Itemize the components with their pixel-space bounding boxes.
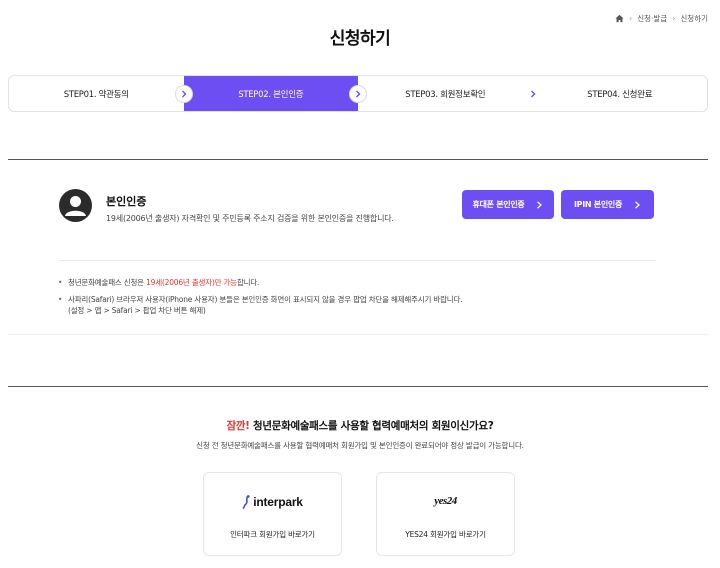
notice-text: 합니다. [236, 278, 260, 287]
step-4: STEP04. 신청완료 [533, 76, 708, 111]
chevron-right-icon [174, 84, 193, 103]
member-description: 신청 전 청년문화예술패스를 사용할 협력예매처 회원가입 및 본인인증이 완료… [196, 441, 524, 450]
chevron-right-icon: › [672, 14, 676, 23]
yes24-signup-card[interactable]: yes24 YES24 회원가입 바로가기 [376, 472, 515, 556]
step-label: STEP01. 약관동의 [63, 89, 129, 100]
breadcrumb-item[interactable]: 신청하기 [680, 13, 708, 24]
step-2: STEP02. 본인인증 [183, 76, 367, 111]
step-3: STEP03. 회원정보확인 [358, 76, 542, 111]
section-divider [8, 386, 708, 387]
button-label: IPIN 본인인증 [573, 200, 623, 209]
ipin-auth-button[interactable]: IPIN 본인인증 [561, 190, 654, 219]
auth-description: 19세(2006년 출생자) 자격확인 및 주민등록 주소지 검증을 위한 본인… [106, 214, 394, 223]
notice-list: 청년문화예술패스 신청은 19세(2006년 출생자)만 가능합니다. 사파리(… [58, 277, 463, 322]
interpark-mark-icon [242, 495, 250, 509]
chevron-right-icon [523, 84, 542, 103]
step-indicator: STEP01. 약관동의 STEP02. 본인인증 STEP03. 회원정보확인… [8, 75, 708, 112]
notice-item: 청년문화예술패스 신청은 19세(2006년 출생자)만 가능합니다. [58, 277, 462, 289]
auth-divider [58, 260, 656, 261]
chevron-right-icon [635, 200, 640, 209]
notice-text: 청년문화예술패스 신청은 [68, 278, 147, 287]
notice-divider [8, 334, 708, 335]
phone-auth-button[interactable]: 휴대폰 본인인증 [462, 190, 554, 219]
auth-title: 본인인증 [106, 195, 147, 208]
notice-item: 사파리(Safari) 브라우저 사용자(iPhone 사용자) 분들은 본인인… [58, 294, 463, 317]
yes24-logo: yes24 [377, 495, 514, 507]
partner-label: YES24 회원가입 바로가기 [405, 530, 486, 539]
notice-highlight: 19세(2006년 출생자)만 가능 [146, 278, 237, 287]
breadcrumb-item[interactable]: 신청·발급 [637, 13, 667, 24]
step-label: STEP03. 회원정보확인 [405, 89, 486, 100]
chevron-right-icon [537, 200, 543, 209]
interpark-logo: interpark [204, 495, 341, 509]
notice-text: 사파리(Safari) 브라우저 사용자(iPhone 사용자) 분들은 본인인… [68, 294, 463, 304]
yes24-logo-text: yes24 [434, 495, 457, 507]
step-1: STEP01. 약관동의 [9, 76, 193, 111]
section-divider [8, 159, 708, 160]
user-icon [59, 189, 92, 222]
chevron-right-icon: › [629, 14, 633, 23]
button-label: 휴대폰 본인인증 [472, 200, 525, 209]
partner-label: 인터파크 회원가입 바로가기 [230, 530, 315, 539]
member-title-text: 청년문화예술패스를 사용할 협력예매처의 회원이신가요? [249, 420, 494, 432]
step-label: STEP02. 본인인증 [238, 89, 304, 100]
home-icon[interactable] [615, 14, 624, 23]
page-title: 신청하기 [329, 29, 391, 49]
member-title-highlight: 잠깐! [226, 420, 250, 432]
interpark-signup-card[interactable]: interpark 인터파크 회원가입 바로가기 [203, 472, 342, 556]
member-title: 잠깐! 청년문화예술패스를 사용할 협력예매처의 회원이신가요? [0, 418, 720, 433]
interpark-logo-text: interpark [253, 495, 303, 509]
notice-text: (설정 > 앱 > Safari > 팝업 차단 버튼 해제) [68, 306, 206, 316]
chevron-right-icon [349, 84, 367, 103]
step-label: STEP04. 신청완료 [587, 89, 653, 100]
breadcrumb: › 신청·발급 › 신청하기 [615, 13, 708, 24]
